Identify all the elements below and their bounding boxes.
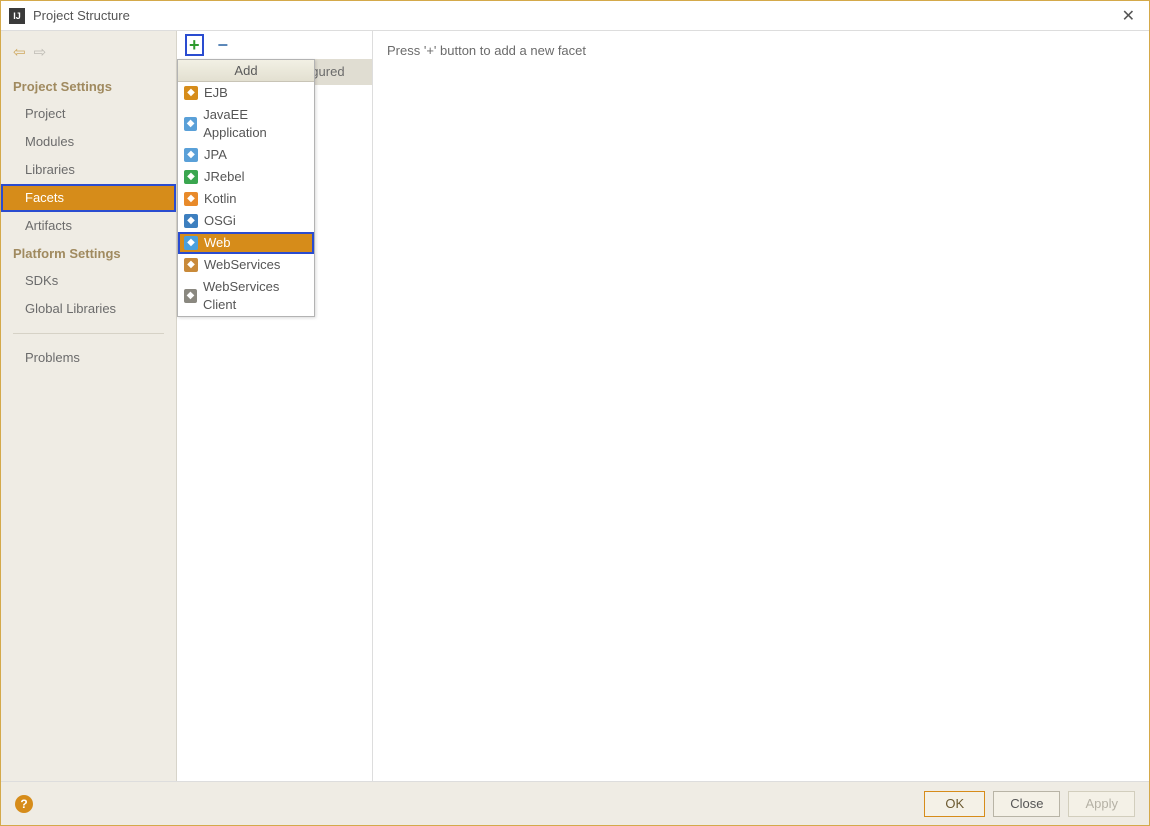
apply-button[interactable]: Apply bbox=[1068, 791, 1135, 817]
popup-item-jrebel[interactable]: ◆ JRebel bbox=[178, 166, 314, 188]
popup-item-label: Web bbox=[204, 234, 231, 252]
ejb-icon: ◆ bbox=[184, 86, 198, 100]
wsc-icon: ◆ bbox=[184, 289, 197, 303]
add-button-highlight: + bbox=[185, 34, 204, 56]
popup-item-label: JavaEE Application bbox=[203, 106, 308, 142]
window-title: Project Structure bbox=[33, 8, 1116, 23]
sidebar: ⇦ ⇨ Project Settings ProjectModulesLibra… bbox=[1, 31, 177, 781]
popup-item-label: JRebel bbox=[204, 168, 244, 186]
popup-header: Add bbox=[178, 60, 314, 82]
add-button[interactable]: + bbox=[189, 36, 200, 54]
popup-item-label: OSGi bbox=[204, 212, 236, 230]
main-panel: Press '+' button to add a new facet bbox=[373, 31, 1149, 781]
help-icon[interactable]: ? bbox=[15, 795, 33, 813]
sidebar-divider bbox=[13, 333, 164, 334]
nav-arrows: ⇦ ⇨ bbox=[1, 43, 176, 73]
popup-item-osgi[interactable]: ◆ OSGi bbox=[178, 210, 314, 232]
sidebar-item-libraries[interactable]: Libraries bbox=[1, 156, 176, 184]
popup-item-label: Kotlin bbox=[204, 190, 237, 208]
osgi-icon: ◆ bbox=[184, 214, 198, 228]
popup-item-webservices[interactable]: ◆ WebServices bbox=[178, 254, 314, 276]
ok-button[interactable]: OK bbox=[924, 791, 985, 817]
sidebar-item-facets[interactable]: Facets bbox=[1, 184, 176, 212]
remove-button[interactable]: − bbox=[218, 36, 229, 54]
popup-item-label: WebServices Client bbox=[203, 278, 308, 314]
javaee-icon: ◆ bbox=[184, 117, 197, 131]
hint-text: Press '+' button to add a new facet bbox=[387, 43, 1135, 58]
popup-item-label: EJB bbox=[204, 84, 228, 102]
sidebar-item-artifacts[interactable]: Artifacts bbox=[1, 212, 176, 240]
section-project-settings: Project Settings bbox=[1, 73, 176, 100]
ws-icon: ◆ bbox=[184, 258, 198, 272]
back-icon[interactable]: ⇦ bbox=[13, 43, 26, 61]
forward-icon[interactable]: ⇨ bbox=[34, 43, 47, 61]
sidebar-item-global-libraries[interactable]: Global Libraries bbox=[1, 295, 176, 323]
add-facet-popup: Add ◆ EJB ◆ JavaEE Application ◆ JPA ◆ JRebel ◆ K… bbox=[177, 59, 315, 317]
sidebar-item-modules[interactable]: Modules bbox=[1, 128, 176, 156]
footer: ? OK Close Apply bbox=[1, 781, 1149, 825]
close-button[interactable]: Close bbox=[993, 791, 1060, 817]
sidebar-item-project[interactable]: Project bbox=[1, 100, 176, 128]
close-icon[interactable]: ✕ bbox=[1116, 6, 1141, 26]
popup-item-javaee-application[interactable]: ◆ JavaEE Application bbox=[178, 104, 314, 144]
kotlin-icon: ◆ bbox=[184, 192, 198, 206]
middle-toolbar: + − bbox=[177, 31, 372, 59]
titlebar: IJ Project Structure ✕ bbox=[1, 1, 1149, 31]
popup-item-label: WebServices bbox=[204, 256, 280, 274]
middle-panel: + − Nothing to show configured Add ◆EJB◆… bbox=[177, 31, 373, 781]
sidebar-item-sdks[interactable]: SDKs bbox=[1, 267, 176, 295]
popup-item-kotlin[interactable]: ◆ Kotlin bbox=[178, 188, 314, 210]
app-icon: IJ bbox=[9, 8, 25, 24]
content-area: ⇦ ⇨ Project Settings ProjectModulesLibra… bbox=[1, 31, 1149, 781]
popup-item-ejb[interactable]: ◆ EJB bbox=[178, 82, 314, 104]
popup-item-label: JPA bbox=[204, 146, 227, 164]
popup-item-webservices-client[interactable]: ◆ WebServices Client bbox=[178, 276, 314, 316]
popup-item-web[interactable]: ◆ Web bbox=[178, 232, 314, 254]
popup-item-jpa[interactable]: ◆ JPA bbox=[178, 144, 314, 166]
sidebar-item-problems[interactable]: Problems bbox=[1, 344, 176, 372]
web-icon: ◆ bbox=[184, 236, 198, 250]
jrebel-icon: ◆ bbox=[184, 170, 198, 184]
jpa-icon: ◆ bbox=[184, 148, 198, 162]
section-platform-settings: Platform Settings bbox=[1, 240, 176, 267]
